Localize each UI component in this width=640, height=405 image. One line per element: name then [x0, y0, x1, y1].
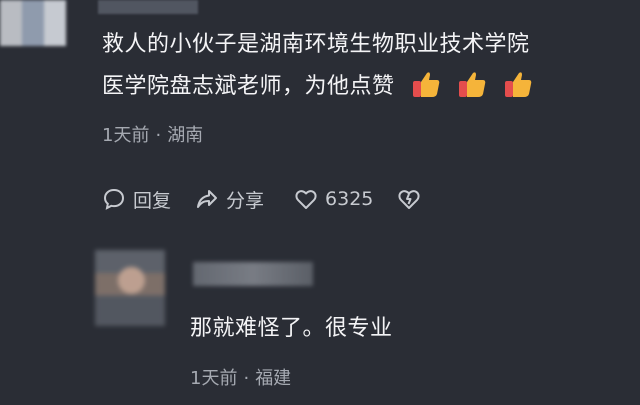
heart-icon [295, 190, 317, 209]
comment-line-2: 医学院盘志斌老师，为他点赞 [102, 66, 622, 108]
reply-label: 回复 [133, 189, 172, 212]
comment-body: 救人的小伙子是湖南环境生物职业技术学院 医学院盘志斌老师，为他点赞 [102, 24, 622, 108]
share-button[interactable]: 分享 [195, 186, 264, 213]
meta-separator: · [243, 368, 250, 389]
thumbs-up-icon [503, 69, 533, 99]
reply-avatar[interactable] [95, 250, 165, 326]
like-button[interactable]: 6325 [294, 187, 373, 211]
reply-body: 那就难怪了。很专业 [190, 316, 393, 341]
dislike-heart-icon [398, 190, 420, 209]
comment-location: 湖南 [167, 125, 204, 146]
comment-bubble-icon [103, 188, 125, 210]
reply-button[interactable]: 回复 [102, 186, 171, 213]
meta-separator: · [155, 125, 162, 146]
commenter-name-blurred[interactable] [98, 0, 198, 14]
thumbs-up-icon [411, 69, 441, 99]
reply-name-blurred[interactable] [193, 262, 313, 286]
reply-meta: 1天前 · 福建 [190, 364, 291, 390]
reply-location: 福建 [255, 368, 292, 389]
commenter-avatar[interactable] [0, 0, 66, 46]
thumbs-up-icon [457, 69, 487, 99]
comment-time: 1天前 [102, 125, 150, 146]
share-arrow-icon [197, 190, 218, 208]
comment-meta: 1天前 · 湖南 [102, 121, 203, 147]
comment-line-1: 救人的小伙子是湖南环境生物职业技术学院 [102, 32, 530, 57]
share-label: 分享 [226, 189, 265, 212]
reply-time: 1天前 [190, 368, 238, 389]
comment-actions: 回复 分享 6325 [102, 184, 428, 214]
dislike-button[interactable] [397, 187, 428, 211]
like-count: 6325 [325, 188, 374, 210]
comment-line-2-text: 医学院盘志斌老师，为他点赞 [102, 74, 395, 99]
